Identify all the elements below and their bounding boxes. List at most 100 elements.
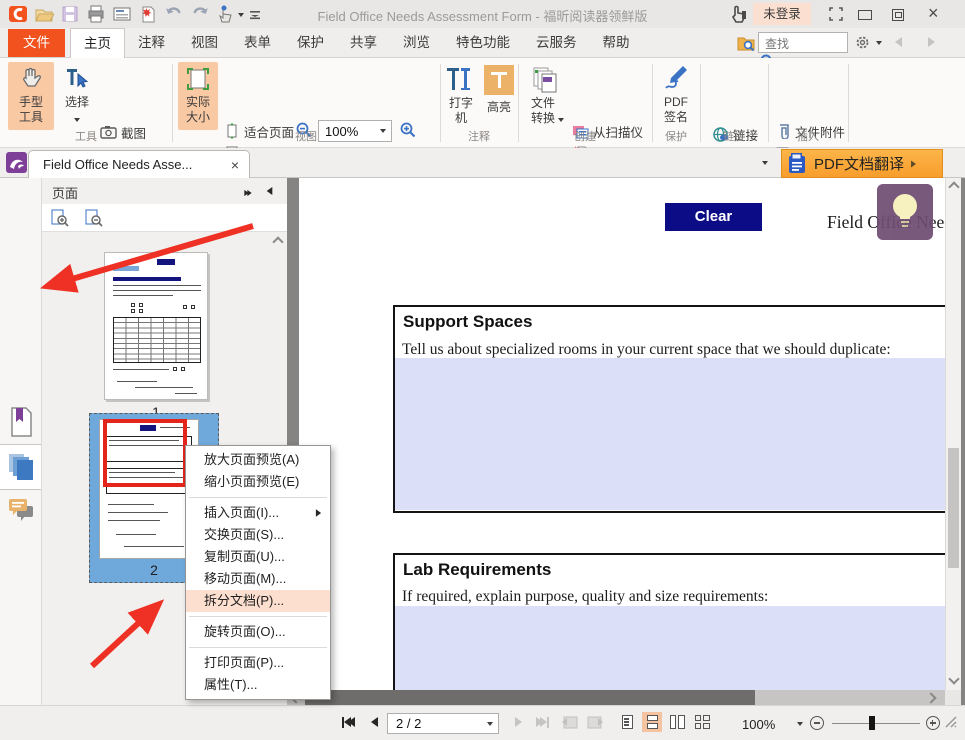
tab-browse[interactable]: 浏览 [390, 28, 443, 58]
search-options-caret-icon[interactable] [876, 41, 882, 45]
maximize-restore-button[interactable] [892, 9, 904, 21]
document-horizontal-scrollbar[interactable] [287, 690, 945, 705]
comment-group-label: 注释 [440, 128, 518, 144]
tab-view[interactable]: 视图 [178, 28, 231, 58]
convert-caret-icon [558, 118, 564, 122]
find-previous-icon[interactable] [895, 37, 902, 47]
assistant-lightbulb-button[interactable] [877, 184, 933, 240]
search-box[interactable] [758, 32, 848, 53]
thumb-table [113, 317, 201, 363]
scroll-up-icon[interactable] [272, 236, 283, 247]
close-tab-icon[interactable]: × [231, 157, 239, 173]
single-page-view-icon[interactable] [617, 712, 637, 732]
file-menu-button[interactable]: 文件 [8, 29, 65, 57]
thumb-line [124, 546, 184, 547]
tab-help[interactable]: 帮助 [590, 28, 643, 58]
tab-share[interactable]: 共享 [337, 28, 390, 58]
zoom-slider-thumb[interactable] [869, 716, 875, 730]
search-folder-icon[interactable] [736, 33, 756, 56]
previous-page-button[interactable] [364, 712, 384, 732]
document-tab[interactable]: Field Office Needs Asse... × [28, 150, 250, 178]
tab-comment[interactable]: 注释 [125, 28, 178, 58]
doc-scroll-down-icon[interactable] [948, 673, 959, 684]
menu-item-move-pages[interactable]: 移动页面(M)... [186, 568, 330, 590]
tab-protect[interactable]: 保护 [284, 28, 337, 58]
tab-form[interactable]: 表单 [231, 28, 284, 58]
zoom-slider-track[interactable] [832, 723, 920, 725]
enlarge-thumbnails-icon[interactable] [50, 209, 70, 230]
actual-size-label: 实际大小 [185, 95, 211, 125]
last-page-button[interactable] [532, 712, 552, 732]
lab-requirements-field[interactable] [395, 606, 945, 690]
expand-panels-icon[interactable] [243, 186, 253, 201]
close-window-button[interactable]: × [928, 3, 939, 24]
tab-home[interactable]: 主页 [70, 28, 125, 58]
hand-tool-button[interactable]: 手型工具 [8, 62, 54, 130]
share-hand-icon[interactable] [729, 5, 749, 25]
doc-vscroll-thumb[interactable] [948, 448, 959, 568]
layout-grid-icon[interactable] [828, 6, 848, 26]
pages-panel-title: 页面 [52, 183, 78, 202]
menu-item-duplicate-pages[interactable]: 复制页面(U)... [186, 546, 330, 568]
select-tool-button[interactable]: 选择 [58, 62, 96, 130]
collapse-panel-icon[interactable] [267, 187, 273, 195]
next-page-button[interactable] [508, 712, 528, 732]
menu-separator [189, 497, 327, 498]
tab-cloud[interactable]: 云服务 [523, 28, 590, 58]
thumb-line [108, 504, 154, 505]
page-thumbnail-1[interactable] [104, 252, 208, 400]
zoom-in-button[interactable] [926, 716, 940, 730]
menu-item-split-document[interactable]: 拆分文档(P)... [186, 590, 330, 612]
thumb-line [116, 534, 156, 535]
highlight-button[interactable]: 高亮 [482, 62, 516, 130]
first-page-button[interactable] [338, 712, 358, 732]
tab-list-caret-icon[interactable] [762, 161, 768, 165]
status-zoom-caret-icon[interactable] [797, 722, 803, 726]
continuous-view-icon[interactable] [642, 712, 662, 732]
menu-item-swap-pages[interactable]: 交换页面(S)... [186, 524, 330, 546]
status-bar: 2 / 2 100% [0, 705, 965, 740]
menu-bar: 文件 主页 注释 视图 表单 保护 共享 浏览 特色功能 云服务 帮助 [0, 28, 965, 58]
menu-item-enlarge-preview[interactable]: 放大页面预览(A) [186, 449, 330, 471]
document-vertical-scrollbar[interactable] [945, 178, 961, 690]
pdf-clear-button[interactable]: Clear [665, 203, 762, 231]
login-status-button[interactable]: 未登录 [753, 3, 811, 25]
reduce-thumbnails-icon[interactable] [84, 209, 104, 230]
search-options-gear-icon[interactable] [854, 34, 871, 54]
foxit-gesture-icon[interactable] [6, 152, 27, 176]
link-group-label: 链接 [700, 128, 768, 144]
continuous-facing-view-icon[interactable] [692, 712, 712, 732]
facing-view-icon[interactable] [667, 712, 687, 732]
pages-panel-header: 页面 [42, 178, 287, 204]
menu-item-insert-pages[interactable]: 插入页面(I)... [186, 502, 330, 524]
find-next-icon[interactable] [928, 37, 935, 47]
menu-separator [189, 616, 327, 617]
support-spaces-section: Support Spaces Tell us about specialized… [393, 305, 945, 513]
menu-item-print-pages[interactable]: 打印页面(P)... [186, 652, 330, 674]
doc-scroll-right-icon[interactable] [925, 692, 936, 703]
tab-features[interactable]: 特色功能 [443, 28, 523, 58]
pdf-translate-button[interactable]: PDF文档翻译 [781, 149, 943, 178]
menu-item-rotate-pages[interactable]: 旋转页面(O)... [186, 621, 330, 643]
next-view-icon[interactable] [585, 712, 605, 732]
status-zoom-value: 100% [742, 717, 775, 732]
doc-hscroll-thumb[interactable] [305, 690, 755, 705]
comments-panel-icon[interactable] [7, 496, 35, 529]
zoom-out-button[interactable] [810, 716, 824, 730]
previous-view-icon[interactable] [560, 712, 580, 732]
search-input[interactable] [763, 34, 829, 53]
page-number-combo[interactable]: 2 / 2 [387, 713, 499, 734]
minimize-button[interactable] [858, 10, 872, 20]
pdf-sign-pen-icon [661, 64, 691, 92]
menu-item-properties[interactable]: 属性(T)... [186, 674, 330, 696]
actual-size-button[interactable]: 实际大小 [178, 62, 218, 130]
convert-button[interactable]: 文件转换 [524, 62, 568, 130]
resize-grip-icon[interactable] [944, 715, 958, 732]
typewriter-button[interactable]: 打字机 [444, 62, 478, 130]
doc-scroll-up-icon[interactable] [948, 181, 959, 192]
bookmarks-panel-icon[interactable] [8, 406, 34, 441]
pdf-sign-button[interactable]: PDF签名 [656, 62, 696, 130]
pages-panel-icon[interactable] [0, 444, 41, 490]
menu-item-reduce-preview[interactable]: 缩小页面预览(E) [186, 471, 330, 493]
support-spaces-field[interactable] [395, 358, 945, 510]
